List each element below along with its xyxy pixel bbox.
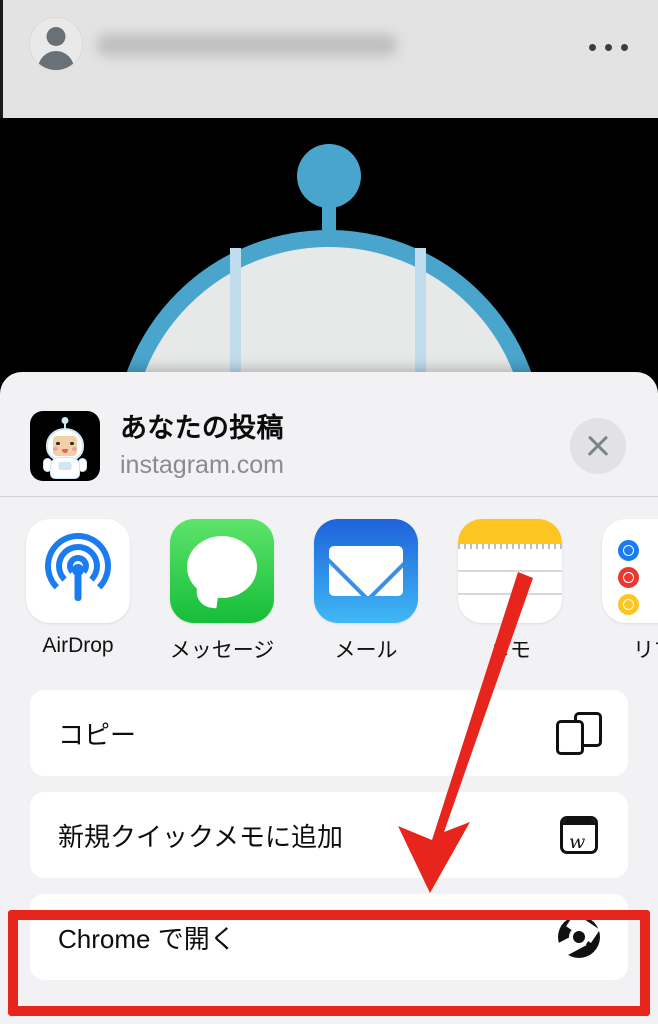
chrome-center [569,927,589,947]
mail-icon [314,519,418,623]
thumb-eye-left [56,442,60,445]
share-thumbnail [30,411,100,481]
reminder-circle-blue [618,540,639,561]
thumb-eye-right [70,442,74,445]
action-label: 新規クイックメモに追加 [58,821,343,852]
share-target-reminders[interactable]: リマ [600,519,658,664]
share-sheet-titles: あなたの投稿 instagram.com [120,412,570,480]
share-target-mail[interactable]: メール [312,519,420,664]
messages-icon [170,519,274,623]
close-icon[interactable] [570,418,626,474]
share-sheet-header: あなたの投稿 instagram.com [0,372,658,496]
share-target-label: AirDrop [42,634,114,657]
copy-front-sheet [556,720,584,755]
share-actions-list: コピー 新規クイックメモに追加 w Chrome で開く [0,682,658,980]
dot-2 [605,44,612,51]
share-target-label: メール [334,639,398,662]
avatar-head [46,27,66,46]
username-redacted [97,34,397,56]
dot-1 [589,44,596,51]
share-target-label: メッセージ [169,639,275,662]
share-target-notes[interactable]: メモ [456,519,564,664]
action-row-open-in-chrome[interactable]: Chrome で開く [30,894,628,980]
post-header [0,0,658,118]
notes-header-strip [458,519,562,544]
notes-perforation [458,544,562,549]
reminder-circle-yellow [618,594,639,615]
antenna-ball [297,144,361,208]
share-app-row[interactable]: AirDrop メッセージ メール メモ リ [0,497,658,682]
action-label: コピー [58,719,137,750]
share-target-label: メモ [489,639,531,662]
reminder-circle-red [618,567,639,588]
share-target-airdrop[interactable]: AirDrop [24,519,132,658]
reminders-icon [602,519,658,623]
action-label: Chrome で開く [58,923,236,954]
bubble-body [187,536,257,598]
notes-line-1 [458,570,562,572]
quick-note-box: w [560,816,598,854]
avatar-body [38,51,74,70]
thumb-cheek-right [72,447,77,451]
chrome-icon [553,913,602,960]
copy-icon [556,710,602,756]
chrome-logo [553,913,600,960]
airdrop-icon [26,519,130,623]
share-target-messages[interactable]: メッセージ [168,519,276,664]
quick-note-header-bar [563,819,595,825]
action-row-copy[interactable]: コピー [30,690,628,776]
notes-line-2 [458,593,562,595]
action-row-quick-note[interactable]: 新規クイックメモに追加 w [30,792,628,878]
thumb-face [53,436,77,456]
share-target-label: リマ [633,639,658,662]
airdrop-stem [74,573,82,601]
share-title: あなたの投稿 [120,413,284,444]
share-sheet: あなたの投稿 instagram.com AirDrop メッセージ メール メ… [0,372,658,1024]
notes-icon [458,519,562,623]
more-options-button[interactable] [589,44,628,51]
avatar[interactable] [29,17,83,71]
thumb-cheek-left [53,447,58,451]
envelope-flap [329,546,403,596]
thumb-chest-panel [58,462,72,470]
share-subtitle: instagram.com [120,450,284,479]
quick-note-icon: w [556,812,602,858]
dot-3 [621,44,628,51]
screenshot-root: あなたの投稿 instagram.com AirDrop メッセージ メール メ… [0,0,658,1024]
quick-note-scribble: w [569,831,586,853]
